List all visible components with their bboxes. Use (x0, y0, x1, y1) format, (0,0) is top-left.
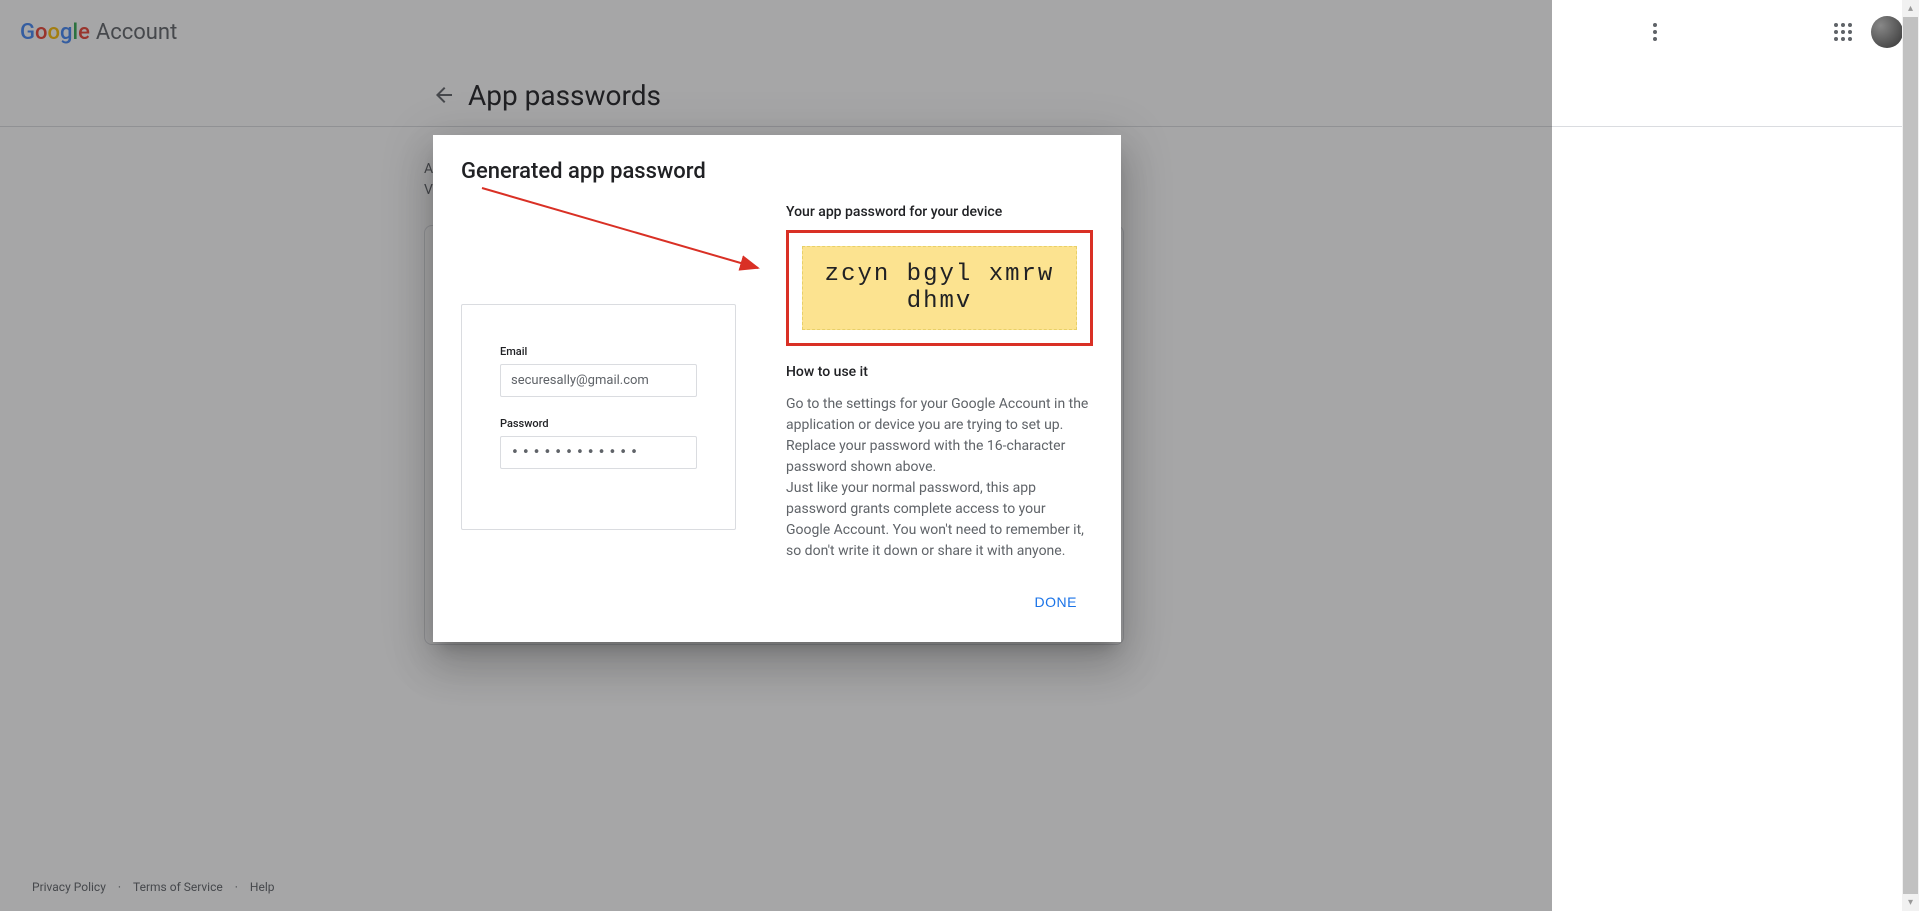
sample-email-label: Email (500, 345, 697, 358)
scrollbar-up-button[interactable]: ▴ (1902, 0, 1919, 17)
scrollbar-thumb[interactable] (1903, 17, 1918, 894)
google-apps-button[interactable] (1823, 12, 1863, 52)
scrollbar-track[interactable]: ▴ ▾ (1902, 0, 1919, 911)
how-to-use-label: How to use it (786, 364, 1093, 380)
modal-title: Generated app password (461, 159, 1093, 184)
sample-password-value: •••••••••••• (500, 436, 697, 469)
modal-right-column: Your app password for your device zcyn b… (786, 204, 1093, 562)
done-button[interactable]: DONE (1019, 586, 1093, 618)
how-to-use-text: Go to the settings for your Google Accou… (786, 394, 1093, 562)
modal-actions: DONE (461, 586, 1093, 618)
modal-left-column: Email securesally@gmail.com Password •••… (461, 204, 736, 562)
more-vertical-icon (1643, 20, 1667, 44)
generated-password-value[interactable]: zcyn bgyl xmrw dhmv (802, 246, 1077, 330)
modal-body: Email securesally@gmail.com Password •••… (461, 204, 1093, 562)
header-actions (1635, 12, 1903, 52)
password-device-label: Your app password for your device (786, 204, 1093, 220)
more-options-button[interactable] (1635, 12, 1675, 52)
apps-grid-icon (1831, 20, 1855, 44)
sample-password-label: Password (500, 417, 697, 430)
sample-email-value: securesally@gmail.com (500, 364, 697, 397)
scrollbar-down-button[interactable]: ▾ (1902, 894, 1919, 911)
generated-password-modal: Generated app password Email securesally… (433, 135, 1121, 642)
password-highlight-box: zcyn bgyl xmrw dhmv (786, 230, 1093, 346)
sample-login-card: Email securesally@gmail.com Password •••… (461, 304, 736, 530)
account-avatar[interactable] (1871, 16, 1903, 48)
